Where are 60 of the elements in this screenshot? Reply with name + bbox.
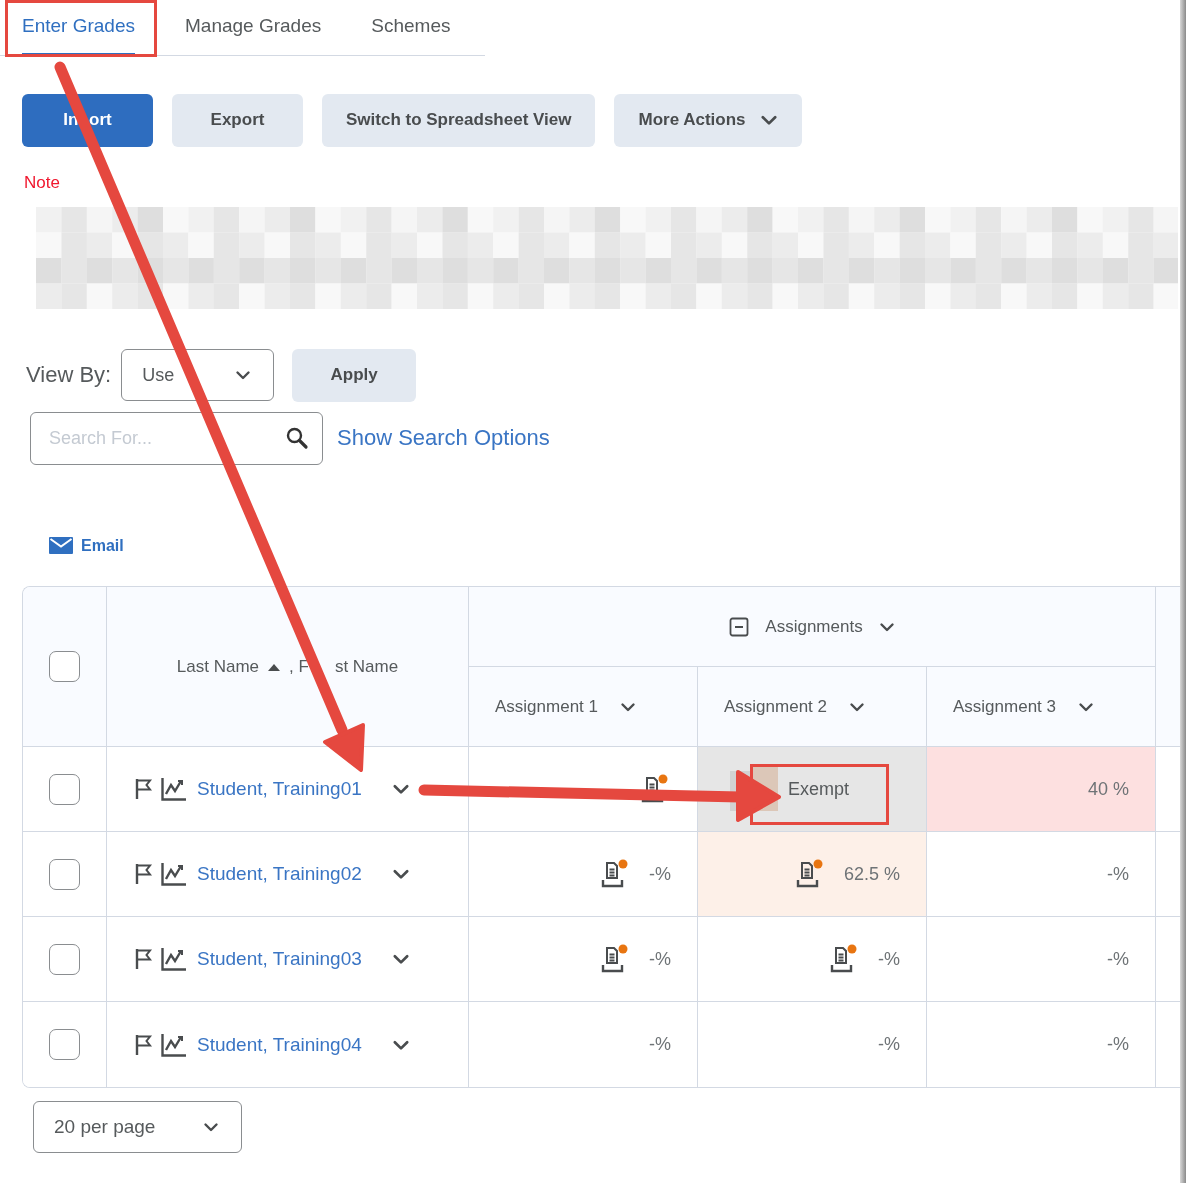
column-header: Assignment 3 <box>953 696 1056 717</box>
view-by-label: View By: <box>26 362 112 388</box>
search-icon[interactable] <box>285 425 309 450</box>
column-header: Assignment 1 <box>495 696 598 717</box>
flag-icon[interactable] <box>135 948 153 970</box>
grade-value[interactable]: -% <box>1107 948 1129 970</box>
grade-cell[interactable]: -% <box>927 917 1156 1002</box>
column-header[interactable]: , F <box>289 656 309 677</box>
group-header: Assignments <box>765 616 863 637</box>
show-search-options-link[interactable]: Show Search Options <box>337 425 550 451</box>
note-label: Note <box>24 172 61 193</box>
grade-value[interactable]: -% <box>649 863 671 885</box>
column-header[interactable]: Last Name <box>176 656 260 677</box>
envelope-icon <box>49 537 73 554</box>
column-header[interactable]: st Name <box>334 656 399 677</box>
select-all-checkbox[interactable] <box>49 651 80 682</box>
line-graph-icon[interactable] <box>161 862 187 886</box>
row-checkbox[interactable] <box>49 773 80 805</box>
grade-value[interactable]: 40 % <box>1087 778 1129 800</box>
grade-value[interactable]: 62.5 % <box>843 863 900 885</box>
email-link[interactable]: Email <box>49 536 124 555</box>
grade-value[interactable]: -% <box>1107 1034 1129 1055</box>
row-checkbox[interactable] <box>49 858 80 890</box>
grade-value[interactable]: -% <box>649 948 671 970</box>
student-name-link[interactable]: Student, Training02 <box>197 863 362 885</box>
line-graph-icon[interactable] <box>161 777 187 801</box>
line-graph-icon[interactable] <box>161 1032 187 1057</box>
student-name-link[interactable]: Student, Training03 <box>197 948 362 970</box>
grade-value[interactable]: -% <box>878 1034 900 1055</box>
flag-icon[interactable] <box>135 778 153 800</box>
import-button[interactable]: In ort <box>22 93 153 147</box>
grade-cell[interactable]: 62.5 % <box>698 832 927 917</box>
grade-cell[interactable]: -% <box>469 832 698 917</box>
column-header: Assignment 2 <box>724 696 827 717</box>
row-checkbox[interactable] <box>49 943 80 975</box>
toolbar-button[interactable]: Switch to Spreadsheet View <box>322 93 596 147</box>
grade-cell[interactable]: -% <box>698 917 927 1002</box>
collapse-icon[interactable] <box>729 616 750 637</box>
search-field[interactable]: Search For... <box>30 411 323 465</box>
student-name-link[interactable]: Student, Training04 <box>197 1033 362 1056</box>
toolbar-button[interactable]: Export <box>172 93 303 147</box>
row-checkbox[interactable] <box>49 1029 80 1060</box>
flag-icon[interactable] <box>135 1033 153 1056</box>
grade-value[interactable]: -% <box>878 948 900 970</box>
grade-cell[interactable]: 40 % <box>927 747 1156 832</box>
view-by-select[interactable]: Use <box>121 349 275 401</box>
grade-cell[interactable]: -% <box>469 917 698 1002</box>
tab[interactable]: Manage Grades <box>185 0 322 56</box>
student-name-link[interactable]: Student, Training01 <box>197 778 362 800</box>
apply-button[interactable]: Apply <box>292 348 417 402</box>
grade-value[interactable]: -% <box>1107 863 1129 885</box>
page-size-select[interactable]: 20 per page <box>33 1101 242 1153</box>
tab[interactable]: Schemes <box>371 0 451 56</box>
grade-cell[interactable]: -% <box>927 832 1156 917</box>
menu-button[interactable]: More Actions <box>614 93 802 147</box>
line-graph-icon[interactable] <box>161 947 187 971</box>
flag-icon[interactable] <box>135 863 153 885</box>
tab[interactable]: Enter Grades <box>22 0 135 56</box>
grade-value[interactable]: Exempt <box>788 778 850 800</box>
grade-value[interactable]: -% <box>649 1034 671 1055</box>
